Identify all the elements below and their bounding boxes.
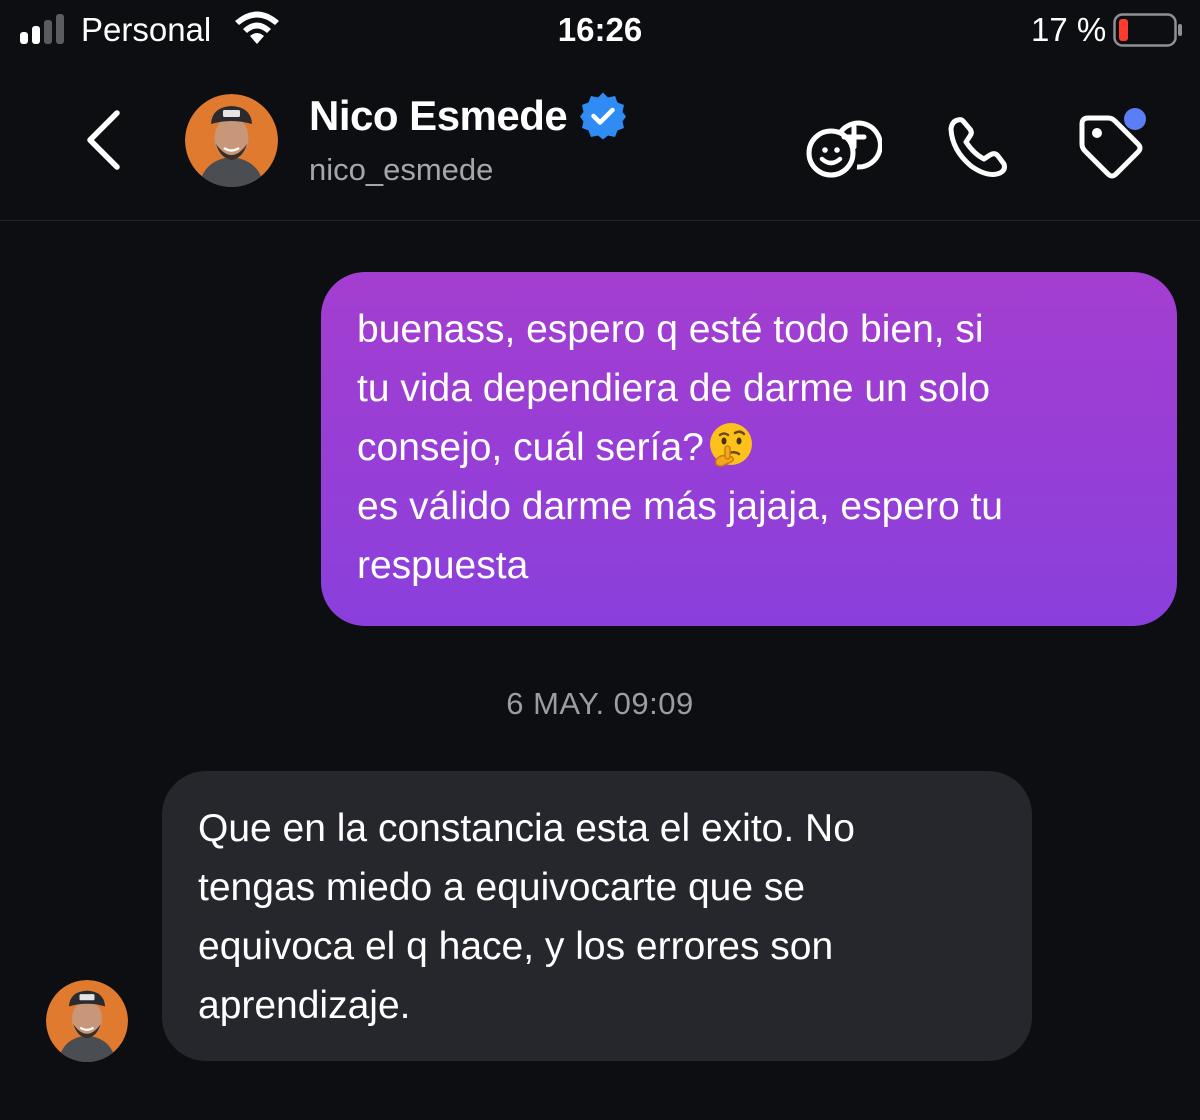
message-line: tu vida dependiera de darme un solo [357, 367, 991, 410]
status-bar: Personal 16:26 17 % [0, 0, 1200, 64]
battery-percentage: 17 % [1031, 11, 1107, 48]
cellular-signal-icon [20, 14, 68, 44]
message-line: equivoca el q hace, y los errores son [198, 925, 834, 968]
message-timestamp: 6 MAY. 09:09 [506, 686, 694, 721]
incoming-message-text: Que en la constancia esta el exito. No t… [198, 799, 996, 1035]
wifi-icon [235, 11, 279, 44]
message-line: respuesta [357, 544, 529, 587]
contact-username: nico_esmede [309, 152, 494, 187]
contact-avatar[interactable] [185, 94, 278, 187]
effects-sticker-add-icon[interactable] [802, 106, 882, 186]
outgoing-message-text: buenass, espero q esté todo bien, si tu … [357, 300, 1141, 595]
outgoing-message-bubble[interactable]: buenass, espero q esté todo bien, si tu … [321, 272, 1177, 626]
sender-avatar[interactable] [46, 980, 128, 1062]
dm-thread-screen: Personal 16:26 17 % Nico Esmede nico_esm… [0, 0, 1200, 1120]
carrier-name: Personal [81, 11, 212, 48]
contact-name: Nico Esmede [309, 92, 568, 139]
battery-icon [1113, 13, 1182, 47]
message-line: buenass, espero q esté todo bien, si [357, 308, 984, 351]
message-line: aprendizaje. [198, 984, 411, 1027]
conversation-header: Nico Esmede nico_esmede [0, 70, 1200, 221]
back-arrow-icon[interactable] [80, 105, 130, 175]
message-line: Que en la constancia esta el exito. No [198, 807, 855, 850]
thinking-face-emoji [709, 423, 752, 467]
verified-badge-icon [580, 92, 627, 140]
notification-dot [1124, 108, 1146, 130]
incoming-message-bubble[interactable]: Que en la constancia esta el exito. No t… [162, 771, 1032, 1061]
audio-call-icon[interactable] [938, 106, 1018, 186]
label-tag-icon[interactable] [1070, 106, 1150, 186]
message-line: es válido darme más jajaja, espero tu [357, 485, 1003, 528]
contact-name-row[interactable]: Nico Esmede [309, 92, 627, 140]
message-line: tengas miedo a equivocarte que se [198, 866, 806, 909]
message-line: consejo, cuál sería? [357, 426, 704, 469]
